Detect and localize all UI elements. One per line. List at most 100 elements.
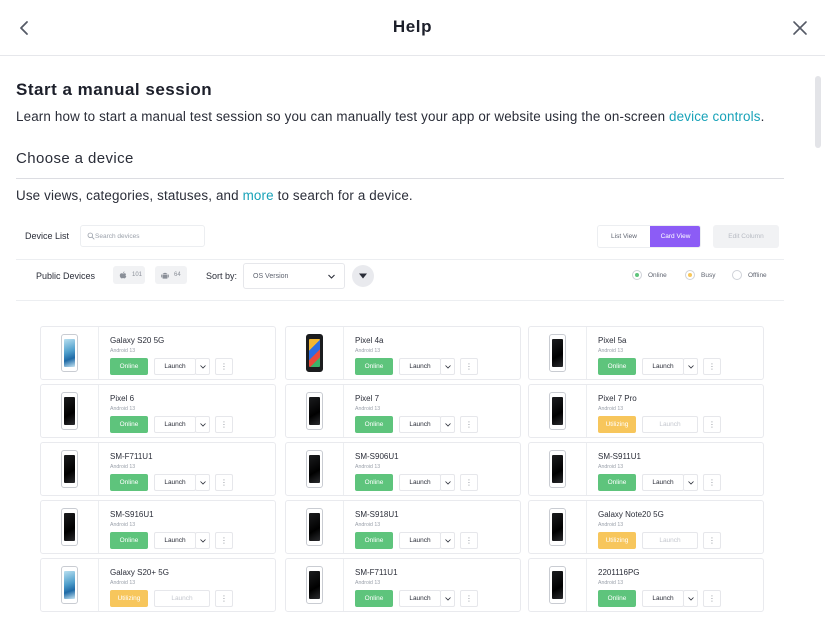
- device-card[interactable]: SM-S911U1 Android 13 Online Launch ⋮: [528, 442, 764, 496]
- more-options-button[interactable]: ⋮: [460, 590, 478, 607]
- launch-button[interactable]: Launch: [399, 474, 441, 491]
- launch-button[interactable]: Launch: [154, 358, 196, 375]
- launch-dropdown[interactable]: [195, 532, 210, 549]
- device-os: Android 13: [110, 580, 136, 586]
- status-badge: Online: [598, 474, 636, 491]
- scrollbar[interactable]: [811, 56, 825, 631]
- device-list-label: Device List: [25, 231, 70, 241]
- legend-offline[interactable]: Offline: [732, 269, 767, 281]
- launch-dropdown[interactable]: [683, 474, 698, 491]
- device-card[interactable]: SM-S918U1 Android 13 Online Launch ⋮: [285, 500, 521, 554]
- legend-busy[interactable]: Busy: [685, 269, 715, 281]
- launch-button[interactable]: Launch: [642, 590, 684, 607]
- sort-select[interactable]: OS Version: [243, 263, 345, 289]
- device-card[interactable]: Pixel 5a Android 13 Online Launch ⋮: [528, 326, 764, 380]
- launch-dropdown[interactable]: [195, 474, 210, 491]
- device-card[interactable]: SM-S906U1 Android 13 Online Launch ⋮: [285, 442, 521, 496]
- launch-button[interactable]: Launch: [399, 416, 441, 433]
- more-options-button[interactable]: ⋮: [215, 474, 233, 491]
- more-options-button[interactable]: ⋮: [703, 532, 721, 549]
- choose-text-end: to search for a device.: [273, 188, 413, 203]
- online-radio[interactable]: [632, 270, 642, 280]
- more-options-button[interactable]: ⋮: [703, 474, 721, 491]
- launch-button[interactable]: Launch: [642, 416, 698, 433]
- device-os: Android 13: [355, 406, 381, 412]
- more-options-button[interactable]: ⋮: [703, 590, 721, 607]
- chevron-down-icon: [445, 423, 451, 427]
- chevron-down-icon: [445, 539, 451, 543]
- search-icon: [87, 232, 95, 240]
- launch-button[interactable]: Launch: [399, 532, 441, 549]
- apple-icon: [119, 271, 127, 278]
- launch-button[interactable]: Launch: [154, 416, 196, 433]
- launch-dropdown[interactable]: [683, 358, 698, 375]
- device-card[interactable]: Pixel 4a Android 13 Online Launch ⋮: [285, 326, 521, 380]
- launch-button[interactable]: Launch: [642, 532, 698, 549]
- busy-radio[interactable]: [685, 270, 695, 280]
- device-card[interactable]: Galaxy S20 5G Android 13 Online Launch ⋮: [40, 326, 276, 380]
- choose-paragraph: Use views, categories, statuses, and mor…: [16, 188, 413, 203]
- device-card[interactable]: Galaxy Note20 5G Android 13 Utilizing La…: [528, 500, 764, 554]
- legend-busy-label: Busy: [701, 271, 716, 279]
- launch-dropdown[interactable]: [195, 416, 210, 433]
- device-card[interactable]: Pixel 7 Android 13 Online Launch ⋮: [285, 384, 521, 438]
- launch-dropdown[interactable]: [683, 590, 698, 607]
- launch-dropdown[interactable]: [440, 358, 455, 375]
- device-card[interactable]: Pixel 7 Pro Android 13 Utilizing Launch …: [528, 384, 764, 438]
- close-button[interactable]: [789, 16, 811, 40]
- card-view-button[interactable]: Card View: [650, 226, 700, 247]
- more-options-button[interactable]: ⋮: [215, 358, 233, 375]
- legend-offline-label: Offline: [748, 271, 767, 279]
- edit-column-button[interactable]: Edit Column: [713, 225, 779, 248]
- device-card[interactable]: SM-F711U1 Android 13 Online Launch ⋮: [285, 558, 521, 612]
- device-card[interactable]: Pixel 6 Android 13 Online Launch ⋮: [40, 384, 276, 438]
- more-options-button[interactable]: ⋮: [703, 358, 721, 375]
- sort-direction-button[interactable]: [352, 265, 374, 287]
- launch-dropdown[interactable]: [440, 416, 455, 433]
- launch-dropdown[interactable]: [440, 590, 455, 607]
- chevron-down-icon: [200, 481, 206, 485]
- legend-online[interactable]: Online: [632, 269, 667, 281]
- scrollbar-thumb[interactable]: [815, 76, 821, 148]
- launch-button[interactable]: Launch: [399, 590, 441, 607]
- launch-dropdown[interactable]: [440, 532, 455, 549]
- more-link[interactable]: more: [243, 188, 274, 203]
- chevron-down-icon: [445, 365, 451, 369]
- launch-button[interactable]: Launch: [399, 358, 441, 375]
- launch-dropdown[interactable]: [440, 474, 455, 491]
- more-options-button[interactable]: ⋮: [460, 416, 478, 433]
- search-box[interactable]: [80, 225, 205, 247]
- launch-dropdown[interactable]: [195, 358, 210, 375]
- more-options-button[interactable]: ⋮: [703, 416, 721, 433]
- sort-label: Sort by:: [206, 271, 238, 281]
- offline-radio[interactable]: [732, 270, 742, 280]
- ios-count: 101: [132, 272, 143, 278]
- launch-button[interactable]: Launch: [154, 590, 210, 607]
- device-card[interactable]: 2201116PG Android 13 Online Launch ⋮: [528, 558, 764, 612]
- device-card[interactable]: SM-S916U1 Android 13 Online Launch ⋮: [40, 500, 276, 554]
- more-options-button[interactable]: ⋮: [215, 590, 233, 607]
- more-options-button[interactable]: ⋮: [460, 532, 478, 549]
- launch-button[interactable]: Launch: [642, 474, 684, 491]
- status-badge: Online: [355, 532, 393, 549]
- divider: [16, 300, 784, 301]
- device-card[interactable]: Galaxy S20+ 5G Android 13 Utilizing Laun…: [40, 558, 276, 612]
- android-count: 64: [174, 272, 181, 278]
- list-view-button[interactable]: List View: [598, 226, 650, 247]
- ios-filter-chip[interactable]: 101: [113, 266, 145, 284]
- phone-image: [61, 334, 78, 372]
- more-options-button[interactable]: ⋮: [460, 358, 478, 375]
- device-controls-link[interactable]: device controls: [669, 109, 761, 124]
- device-os: Android 13: [598, 348, 624, 354]
- launch-button[interactable]: Launch: [154, 532, 196, 549]
- more-options-button[interactable]: ⋮: [460, 474, 478, 491]
- device-os: Android 13: [598, 464, 624, 470]
- device-card[interactable]: SM-F711U1 Android 13 Online Launch ⋮: [40, 442, 276, 496]
- launch-button[interactable]: Launch: [154, 474, 196, 491]
- phone-image: [306, 392, 323, 430]
- more-options-button[interactable]: ⋮: [215, 416, 233, 433]
- search-input[interactable]: [95, 228, 203, 244]
- launch-button[interactable]: Launch: [642, 358, 684, 375]
- android-filter-chip[interactable]: 64: [155, 266, 187, 284]
- more-options-button[interactable]: ⋮: [215, 532, 233, 549]
